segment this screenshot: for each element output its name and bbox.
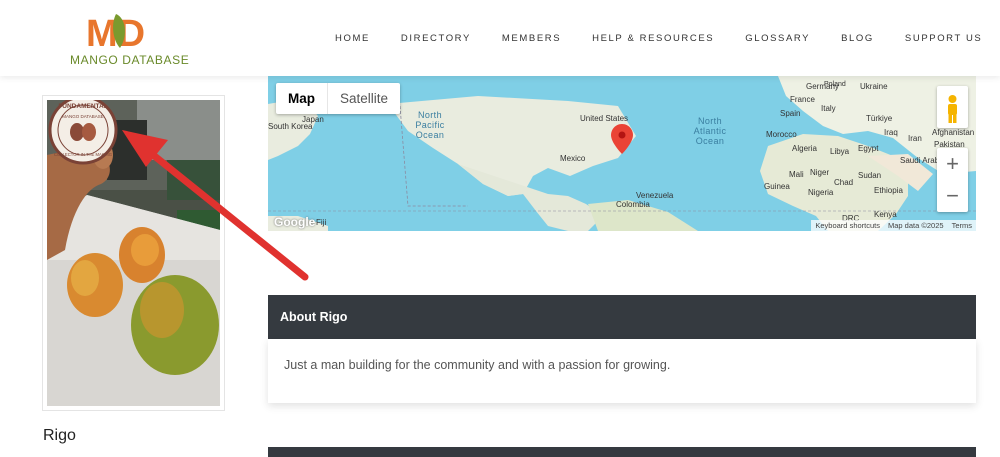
map-label-kenya: Kenya (874, 210, 897, 219)
nav-glossary[interactable]: GLOSSARY (745, 33, 810, 44)
zoom-out-button[interactable]: − (937, 180, 968, 212)
map-type-satellite[interactable]: Satellite (327, 83, 400, 114)
map-label-egypt: Egypt (858, 144, 879, 153)
map-label-niger: Niger (810, 168, 830, 177)
google-logo[interactable]: Google (274, 215, 315, 229)
map-label-venezuela: Venezuela (636, 191, 674, 200)
badge-bottom-text: COLLECTOR IN THE MAKING (54, 152, 112, 157)
nav-directory[interactable]: DIRECTORY (401, 33, 471, 44)
logo-text: MANGO DATABASE (70, 53, 190, 67)
map-label-france: France (790, 95, 815, 104)
map-label-poland: Poland (824, 81, 846, 88)
nav-members[interactable]: MEMBERS (502, 33, 561, 44)
nav-help-resources[interactable]: HELP & RESOURCES (592, 33, 714, 44)
map-label-nigeria: Nigeria (808, 188, 834, 197)
map-label-afghanistan: Afghanistan (932, 128, 975, 137)
map-label-sudan: Sudan (858, 171, 882, 180)
map-label-south-korea: South Korea (268, 122, 313, 131)
map-terms-link[interactable]: Terms (952, 220, 972, 231)
next-section-header (268, 447, 976, 457)
map-data-attribution: Map data ©2025 (888, 221, 944, 230)
site-header: MD MANGO DATABASE HOME DIRECTORY MEMBERS… (0, 0, 1000, 76)
nav-support-us[interactable]: SUPPORT US (905, 33, 982, 44)
map-label-ethiopia: Ethiopia (874, 186, 903, 195)
map-label-morocco: Morocco (766, 130, 797, 139)
map-label-italy: Italy (821, 104, 836, 113)
badge-mid-text: MANGO DATABASE (62, 114, 104, 119)
map-label-iran: Iran (908, 134, 922, 143)
ocean-label-north-pacific: North Pacific Ocean (415, 110, 445, 140)
map-label-united-states: United States (580, 114, 629, 123)
profile-photo-image: FUNDAMENTAL MANGO DATABASE COLLECTOR IN … (47, 100, 220, 406)
profile-photo[interactable]: FUNDAMENTAL MANGO DATABASE COLLECTOR IN … (47, 100, 220, 406)
pegman-icon (948, 95, 957, 123)
profile-name: Rigo (43, 427, 76, 444)
location-map[interactable]: Map Satellite Japan South Korea United S… (268, 76, 976, 231)
zoom-in-button[interactable]: + (937, 148, 968, 180)
map-type-control: Map Satellite (276, 83, 401, 114)
map-keyboard-shortcuts[interactable]: Keyboard shortcuts (815, 220, 880, 231)
map-label-libya: Libya (830, 147, 850, 156)
map-footer: Keyboard shortcuts Map data ©2025 Terms (811, 220, 976, 231)
map-label-turkiye: Türkiye (866, 114, 893, 123)
about-section-title: About Rigo (268, 295, 976, 339)
map-label-guinea: Guinea (764, 182, 790, 191)
map-label-algeria: Algeria (792, 144, 817, 153)
zoom-control: + − (937, 148, 968, 212)
map-label-mali: Mali (789, 170, 804, 179)
ocean-label-north-atlantic: North Atlantic Ocean (693, 116, 727, 146)
map-label-mexico: Mexico (560, 154, 586, 163)
about-section-body: Just a man building for the community an… (268, 339, 976, 403)
map-label-iraq: Iraq (884, 128, 898, 137)
map-type-map[interactable]: Map (276, 83, 327, 114)
map-label-chad: Chad (834, 178, 854, 187)
map-label-ukraine: Ukraine (860, 82, 888, 91)
nav-home[interactable]: HOME (335, 33, 370, 44)
profile-photo-card: FUNDAMENTAL MANGO DATABASE COLLECTOR IN … (42, 95, 225, 411)
map-label-fiji: Fiji (316, 218, 327, 227)
main-nav: HOME DIRECTORY MEMBERS HELP & RESOURCES … (335, 33, 1000, 44)
nav-blog[interactable]: BLOG (841, 33, 874, 44)
map-label-colombia: Colombia (616, 200, 650, 209)
badge-top-text: FUNDAMENTAL (58, 103, 107, 110)
map-label-spain: Spain (780, 109, 801, 118)
street-view-pegman[interactable] (937, 86, 968, 128)
